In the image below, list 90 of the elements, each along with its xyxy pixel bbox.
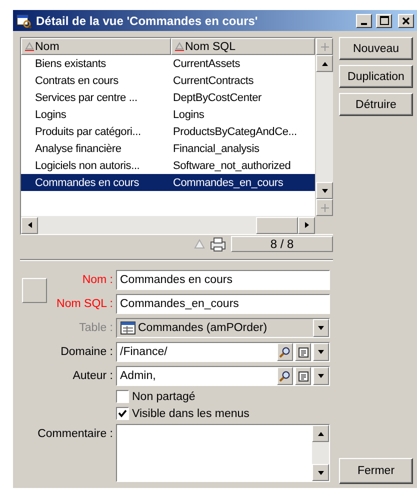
- name-cell-text: Services par centre ...: [34, 92, 138, 104]
- down-arrow-icon: [317, 372, 325, 380]
- column-header[interactable]: Nom: [21, 38, 171, 55]
- list-row[interactable]: Produits par catégori... ProductsByCategAndCe...: [21, 123, 315, 140]
- table-icon: [120, 321, 136, 335]
- field-label: Nom :: [81, 274, 113, 286]
- sql-name-cell-text: Logins: [172, 108, 206, 120]
- add-row-button[interactable]: [316, 199, 333, 216]
- name-cell-text: Commandes en cours: [34, 176, 140, 188]
- sql-name-cell-text: Financial_analysis: [172, 142, 260, 154]
- list-row[interactable]: Analyse financière Financial_analysis: [21, 140, 315, 157]
- sql-name-cell-text: Software_not_authorized: [172, 160, 292, 172]
- dropdown-button[interactable]: [313, 319, 329, 337]
- comment-field[interactable]: [116, 424, 330, 482]
- record-counter: 8 / 8: [231, 236, 333, 252]
- add-row-button[interactable]: [316, 38, 333, 55]
- action-button[interactable]: Détruire: [339, 93, 413, 116]
- close-dialog-button[interactable]: Fermer: [339, 458, 413, 484]
- down-arrow-icon: [320, 186, 328, 194]
- field-label: Nom SQL :: [56, 298, 113, 310]
- list-row[interactable]: Logins Logins: [21, 106, 315, 123]
- sql-name-cell-text: ProductsByCategAndCe...: [172, 126, 298, 138]
- scroll-up-button[interactable]: [316, 55, 333, 72]
- field-label: Auteur :: [72, 370, 113, 382]
- down-arrow-icon: [316, 468, 324, 476]
- input-field[interactable]: /Finance/: [116, 342, 330, 362]
- field-label: Commentaire :: [36, 428, 113, 440]
- name-cell-text: Produits par catégori...: [34, 126, 142, 138]
- scroll-up-button[interactable]: [312, 425, 329, 442]
- scroll-down-button[interactable]: [312, 464, 329, 481]
- scroll-right-button[interactable]: [298, 216, 315, 234]
- checkbox-label: Visible dans les menus: [132, 408, 250, 420]
- list-row[interactable]: Contrats en cours CurrentContracts: [21, 72, 315, 89]
- sql-name-cell-text: CurrentAssets: [172, 58, 242, 70]
- left-arrow-icon: [26, 221, 34, 229]
- dropdown-button[interactable]: [313, 343, 329, 361]
- window-title: Détail de la vue 'Commandes en cours': [36, 14, 259, 28]
- list-row[interactable]: Commandes en cours Commandes_en_cours: [21, 174, 315, 191]
- down-arrow-icon: [317, 324, 325, 332]
- sort-icon: [175, 42, 184, 51]
- action-button[interactable]: Nouveau: [339, 37, 413, 60]
- vertical-scrollbar[interactable]: [315, 38, 333, 216]
- form-button[interactable]: [295, 367, 311, 385]
- up-arrow-icon: [316, 430, 324, 438]
- input-field[interactable]: Commandes_en_cours: [116, 294, 330, 314]
- name-cell-text: Contrats en cours: [34, 74, 120, 86]
- sql-name-cell-text: DeptByCostCenter: [172, 92, 263, 104]
- column-header[interactable]: Nom SQL: [171, 38, 315, 55]
- sort-icon: [25, 42, 34, 51]
- search-button[interactable]: [277, 367, 293, 385]
- plus-icon: [320, 42, 328, 50]
- name-cell-text: Biens existants: [34, 58, 107, 70]
- scroll-left-button[interactable]: [21, 216, 38, 234]
- minimize-icon: [361, 22, 367, 24]
- list-row[interactable]: Biens existants CurrentAssets: [21, 55, 315, 72]
- maximize-button[interactable]: [376, 14, 392, 28]
- vertical-scrollbar[interactable]: [312, 425, 329, 481]
- checkbox[interactable]: [116, 407, 129, 420]
- form-button[interactable]: [295, 343, 311, 361]
- color-swatch[interactable]: [22, 278, 47, 303]
- search-button[interactable]: [277, 343, 293, 361]
- sql-name-cell-text: CurrentContracts: [172, 74, 255, 86]
- scroll-down-button[interactable]: [316, 182, 333, 199]
- printer-icon[interactable]: [209, 236, 227, 252]
- horizontal-scrollbar[interactable]: [21, 216, 315, 234]
- plus-icon: [320, 204, 328, 212]
- maximize-icon: [380, 16, 388, 25]
- close-button[interactable]: [398, 14, 414, 28]
- close-icon: [402, 16, 410, 24]
- dropdown-button[interactable]: [313, 367, 329, 385]
- name-cell-text: Logins: [34, 108, 68, 120]
- name-cell-text: Logiciels non autoris...: [34, 160, 141, 172]
- window-icon: [16, 12, 32, 28]
- name-cell-text: Analyse financière: [34, 142, 122, 154]
- list-row[interactable]: Services par centre ... DeptByCostCenter: [21, 89, 315, 106]
- up-arrow-icon: [320, 60, 328, 68]
- scroll-thumb[interactable]: [256, 216, 298, 234]
- scrollbar-corner: [315, 216, 333, 234]
- input-field[interactable]: Admin,: [116, 366, 330, 386]
- list-row[interactable]: Logiciels non autoris... Software_not_authorized: [21, 157, 315, 174]
- checkbox[interactable]: [116, 390, 129, 403]
- right-arrow-icon: [302, 221, 310, 229]
- checkbox-label: Non partagé: [132, 390, 196, 402]
- sql-name-cell-text: Commandes_en_cours: [172, 176, 284, 188]
- action-button[interactable]: Duplication: [339, 65, 413, 88]
- down-arrow-icon: [317, 348, 325, 356]
- minimize-button[interactable]: [356, 14, 372, 28]
- field-label: Table :: [78, 322, 113, 334]
- field-label: Domaine :: [60, 346, 113, 358]
- input-field[interactable]: Commandes en cours: [116, 270, 330, 290]
